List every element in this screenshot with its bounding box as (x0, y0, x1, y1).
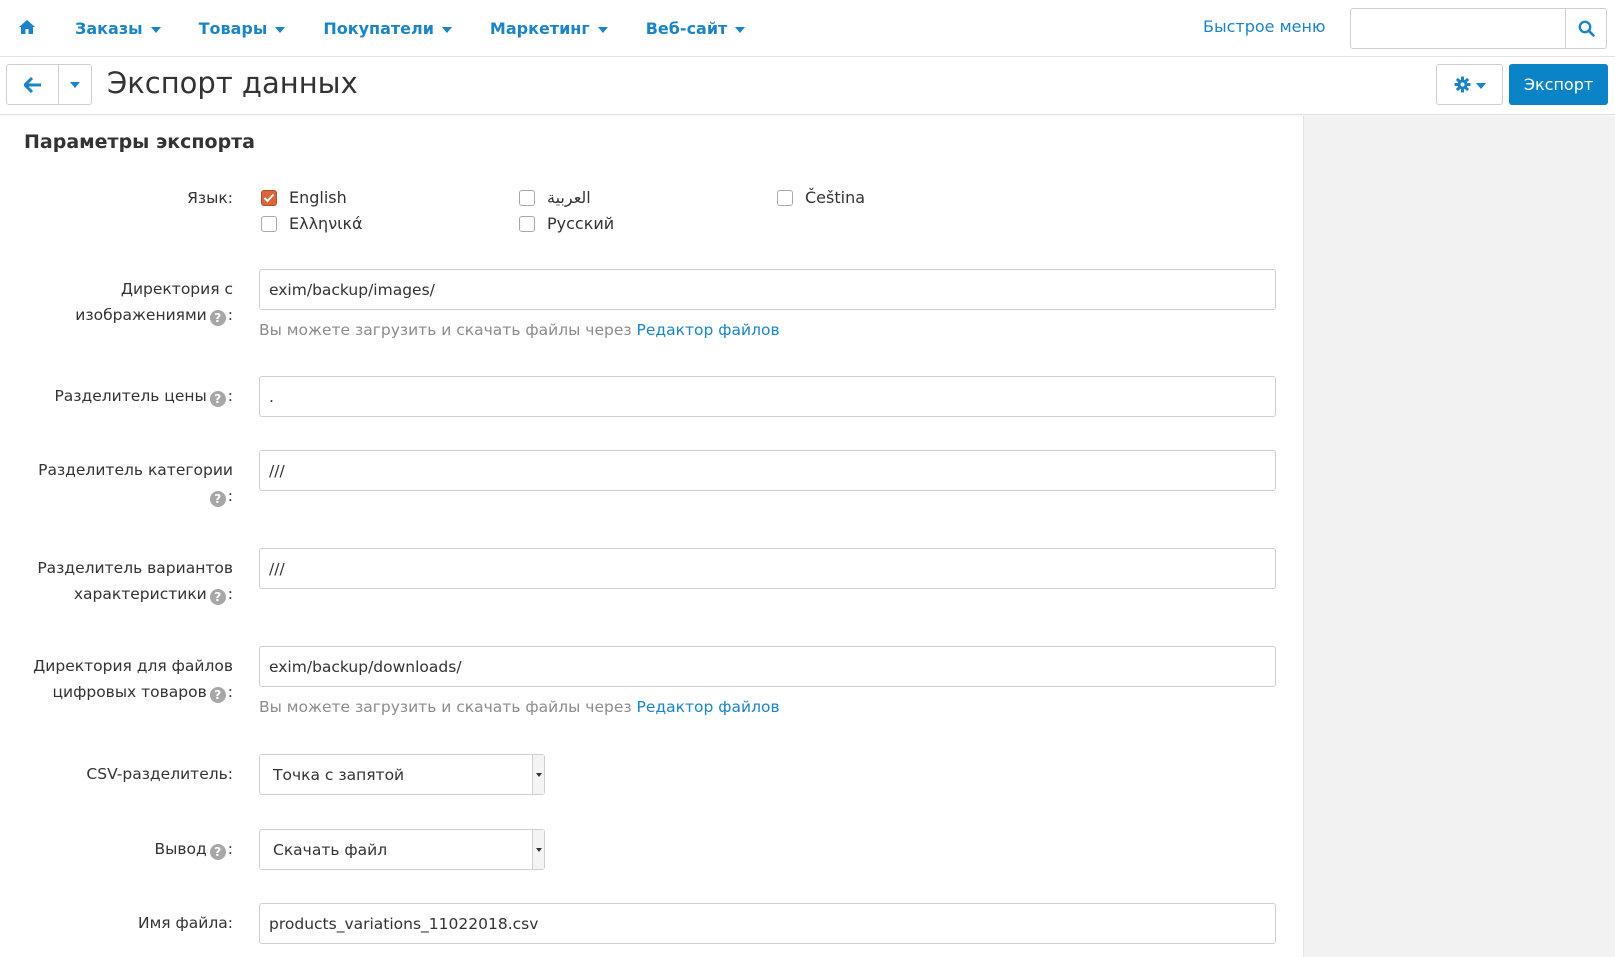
language-option-greek[interactable]: Ελληνικά (261, 214, 363, 233)
language-label-arabic: العربية (547, 188, 591, 207)
category-delimiter-label: Разделитель категории ?: (38, 461, 233, 507)
images-dir-label: Директория с изображениями?: (75, 280, 233, 326)
images-dir-hint: Вы можете загрузить и скачать файлы чере… (259, 321, 780, 339)
chevron-down-icon (1475, 82, 1486, 89)
help-icon[interactable]: ? (209, 491, 226, 507)
language-option-arabic[interactable]: العربية (519, 188, 591, 207)
export-button[interactable]: Экспорт (1509, 64, 1608, 105)
chevron-down-icon (70, 81, 80, 88)
csv-delimiter-label: CSV-разделитель: (86, 765, 233, 783)
output-value: Скачать файл (273, 840, 388, 859)
chevron-down-icon (441, 26, 452, 33)
images-dir-label-line1: Директория с (120, 280, 233, 298)
gear-icon (1454, 76, 1470, 93)
language-option-english[interactable]: English (261, 188, 347, 207)
search-button[interactable] (1565, 9, 1606, 48)
category-delimiter-label-text: Разделитель категории (38, 461, 233, 479)
downloads-dir-label-line1: Директория для файлов (33, 657, 233, 675)
checkbox-greek[interactable] (261, 215, 277, 232)
file-editor-link[interactable]: Редактор файлов (637, 698, 780, 716)
page-header: Экспорт данных Экспорт (0, 58, 1615, 115)
nav-customers[interactable]: Покупатели (323, 19, 452, 38)
help-icon[interactable]: ? (209, 310, 226, 326)
back-button[interactable] (7, 65, 59, 104)
checkbox-russian[interactable] (519, 215, 535, 232)
language-label-czech: Čeština (805, 188, 866, 207)
output-select[interactable]: Скачать файл (259, 829, 545, 870)
checkbox-english[interactable] (261, 189, 277, 206)
nav-marketing[interactable]: Маркетинг (490, 19, 608, 38)
chevron-down-icon (597, 26, 608, 33)
variant-delimiter-label-line2: характеристики (73, 585, 207, 603)
nav-products[interactable]: Товары (199, 19, 286, 38)
language-label-english: English (289, 188, 347, 207)
right-sidebar (1303, 116, 1615, 957)
price-delimiter-label-text: Разделитель цены (54, 387, 207, 405)
downloads-dir-hint: Вы можете загрузить и скачать файлы чере… (259, 698, 780, 716)
filename-input[interactable] (259, 903, 1276, 944)
price-delimiter-label: Разделитель цены?: (54, 387, 233, 407)
file-editor-link[interactable]: Редактор файлов (637, 321, 780, 339)
help-icon[interactable]: ? (209, 687, 226, 703)
images-dir-hint-text: Вы можете загрузить и скачать файлы чере… (259, 321, 632, 339)
language-label-russian: Русский (547, 214, 615, 233)
downloads-dir-label-line2: цифровых товаров (52, 683, 207, 701)
filename-label: Имя файла: (138, 914, 233, 932)
back-button-group (6, 64, 92, 105)
page-title: Экспорт данных (107, 66, 358, 100)
nav-website[interactable]: Веб-сайт (646, 19, 746, 38)
nav-orders-label: Заказы (75, 19, 143, 38)
output-label-text: Вывод (154, 840, 207, 858)
language-label-greek: Ελληνικά (289, 214, 363, 233)
arrow-left-icon (23, 76, 41, 93)
nav-website-label: Веб-сайт (645, 19, 728, 38)
images-dir-input[interactable] (259, 269, 1276, 310)
csv-delimiter-value: Точка с запятой (273, 765, 405, 784)
chevron-down-icon (735, 26, 746, 33)
chevron-down-icon (150, 26, 161, 33)
help-icon[interactable]: ? (209, 844, 226, 860)
downloads-dir-hint-text: Вы можете загрузить и скачать файлы чере… (259, 698, 632, 716)
language-option-russian[interactable]: Русский (519, 214, 614, 233)
language-option-czech[interactable]: Čeština (777, 188, 865, 207)
select-arrow-icon (532, 830, 544, 869)
output-label: Вывод?: (154, 840, 233, 860)
nav-orders[interactable]: Заказы (75, 19, 161, 38)
help-icon[interactable]: ? (209, 391, 226, 407)
check-icon (263, 193, 275, 202)
top-navigation: Заказы Товары Покупатели Маркетинг Веб-с… (0, 0, 1615, 57)
back-history-dropdown[interactable] (59, 65, 91, 104)
nav-customers-label: Покупатели (323, 19, 434, 38)
downloads-dir-label: Директория для файлов цифровых товаров?: (33, 657, 233, 703)
search-input[interactable] (1351, 9, 1565, 48)
language-label: Язык: (187, 189, 233, 207)
quick-menu-link[interactable]: Быстрое меню (1203, 17, 1325, 36)
csv-delimiter-select[interactable]: Точка с запятой (259, 754, 545, 795)
category-delimiter-input[interactable] (259, 450, 1276, 491)
variant-delimiter-label: Разделитель вариантов характеристики?: (37, 559, 233, 605)
variant-delimiter-input[interactable] (259, 548, 1276, 589)
search-icon (1578, 20, 1595, 37)
price-delimiter-input[interactable] (259, 376, 1276, 417)
checkbox-czech[interactable] (777, 189, 793, 206)
help-icon[interactable]: ? (209, 589, 226, 605)
home-icon[interactable] (18, 18, 38, 38)
checkbox-arabic[interactable] (519, 189, 535, 206)
nav-products-label: Товары (198, 19, 268, 38)
nav-marketing-label: Маркетинг (489, 19, 590, 38)
downloads-dir-input[interactable] (259, 646, 1276, 687)
chevron-down-icon (275, 26, 286, 33)
images-dir-label-line2: изображениями (75, 306, 207, 324)
settings-dropdown-button[interactable] (1436, 64, 1503, 105)
search-box (1350, 8, 1607, 49)
main-menu: Заказы Товары Покупатели Маркетинг Веб-с… (75, 0, 783, 57)
select-arrow-icon (532, 755, 544, 794)
variant-delimiter-label-line1: Разделитель вариантов (37, 559, 233, 577)
section-title: Параметры экспорта (24, 131, 256, 153)
